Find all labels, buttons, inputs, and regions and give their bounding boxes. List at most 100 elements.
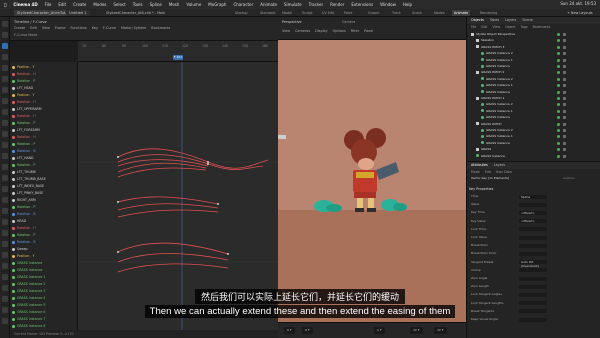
tool-icon[interactable] — [2, 76, 8, 82]
track-row[interactable]: Rotation . B — [12, 211, 36, 217]
track-row[interactable]: Sweep — [12, 246, 28, 252]
menu-item[interactable]: Modes — [93, 2, 106, 7]
track-row[interactable]: HEAD — [12, 218, 26, 224]
tool-icon[interactable] — [2, 120, 8, 126]
tag-icon[interactable] — [563, 52, 566, 56]
timeline-menu-item[interactable]: Edit — [30, 26, 37, 30]
tool-icon[interactable] — [2, 175, 8, 181]
menu-item[interactable]: Character — [233, 2, 253, 7]
attribute-field[interactable] — [519, 309, 547, 314]
layout-tab[interactable]: Script — [410, 10, 424, 16]
tool-icon[interactable] — [2, 54, 8, 60]
visibility-dot[interactable] — [557, 103, 560, 107]
track-row[interactable]: Rotation . H — [12, 71, 36, 77]
tag-icon[interactable] — [563, 71, 566, 75]
object-row[interactable]: GRASS Instance — [481, 64, 566, 69]
track-row[interactable]: Rotation . B — [12, 239, 36, 245]
object-row[interactable]: Skeleton — [476, 38, 566, 43]
tool-icon[interactable] — [2, 32, 8, 38]
attribute-field[interactable] — [519, 202, 547, 207]
track-row[interactable]: Rotation . P — [12, 232, 35, 238]
frame-field-4[interactable]: 72 F — [410, 327, 423, 334]
frame-field-5[interactable]: 72 F — [434, 327, 447, 334]
track-row[interactable]: Rotation . H — [12, 99, 36, 105]
menu-item[interactable]: Help — [403, 2, 412, 7]
tool-icon[interactable] — [2, 109, 8, 115]
tool-icon[interactable] — [2, 65, 8, 71]
tool-icon[interactable] — [2, 131, 8, 137]
track-row[interactable]: Position . Y — [12, 64, 34, 70]
tool-icon[interactable] — [2, 307, 8, 313]
viewport-menu-item[interactable]: Display — [315, 29, 328, 33]
visibility-dot[interactable] — [557, 135, 560, 139]
attributes-menu-item[interactable]: Edit — [485, 169, 491, 175]
visibility-dot[interactable] — [557, 52, 560, 56]
visibility-dot[interactable] — [557, 33, 560, 36]
timeline-menu-item[interactable]: View — [42, 26, 50, 30]
track-row[interactable]: Rotation . P — [12, 78, 35, 84]
custom-dropdown[interactable]: Custom — [563, 176, 575, 181]
menu-item[interactable]: Render — [330, 2, 344, 7]
tool-icon[interactable] — [2, 285, 8, 291]
visibility-dot[interactable] — [557, 141, 560, 145]
tag-icon[interactable] — [563, 116, 566, 120]
layout-tab[interactable]: Model — [280, 10, 294, 16]
object-row[interactable]: GRASS Instance — [481, 141, 566, 146]
doc-tab-2[interactable]: Untitled 1 — [66, 10, 90, 16]
visibility-dot[interactable] — [557, 129, 560, 132]
track-row[interactable]: LFT_INDEX_BASE — [12, 183, 44, 189]
menu-item[interactable]: Mesh — [169, 2, 180, 7]
menu-item[interactable]: File — [45, 2, 52, 7]
attributes-menu-item[interactable]: User Data — [496, 169, 512, 175]
object-row[interactable]: GRASS Instance 2 — [481, 77, 566, 82]
layout-tab[interactable]: Startup — [233, 10, 250, 16]
track-row[interactable]: Rotation . P — [12, 141, 35, 147]
tag-icon[interactable] — [563, 122, 566, 126]
object-row[interactable]: GRASS Instance — [476, 154, 566, 159]
object-row[interactable]: GRASS Instance 1 — [481, 134, 566, 139]
layout-tab[interactable]: Groom — [366, 10, 381, 16]
track-row[interactable]: Position . Y — [12, 92, 34, 98]
object-row[interactable]: GRASS Instance 2 — [481, 51, 566, 56]
track-row[interactable]: Rotation . P — [12, 162, 35, 168]
viewport-camera[interactable]: Camera — [342, 20, 355, 24]
menu-item[interactable]: Create — [73, 2, 86, 7]
objects-tab[interactable]: Objects — [471, 17, 484, 24]
tool-icon[interactable] — [2, 43, 8, 49]
frame-ruler[interactable]: F 101 70 80 90 100 110 120 130 140 150 160 — [78, 41, 278, 62]
object-row[interactable]: GRASS PATCH 1 — [476, 96, 566, 101]
visibility-dot[interactable] — [557, 45, 560, 49]
objects-tab[interactable]: Layers — [505, 17, 516, 24]
object-row[interactable]: GRASS Instance 1 — [481, 58, 566, 63]
menu-item[interactable]: Spline — [150, 2, 162, 7]
track-row[interactable]: LFT_HEAD — [12, 85, 33, 91]
timeline-menu-item[interactable]: Functions — [70, 26, 86, 30]
attribute-field[interactable] — [519, 284, 547, 289]
object-row[interactable]: GRASS Instance 1 — [481, 109, 566, 114]
visibility-dot[interactable] — [557, 90, 560, 94]
track-row[interactable]: Rotation . P — [12, 120, 35, 126]
tool-icon[interactable] — [2, 142, 8, 148]
menu-item[interactable]: Volume — [186, 2, 201, 7]
attribute-field[interactable]: Auto Wt. (Overshoot) — [519, 260, 547, 268]
track-row[interactable]: GRASS Instance 1 — [12, 274, 45, 280]
tool-icon[interactable] — [2, 318, 8, 324]
layout-tab[interactable]: Nodes — [432, 10, 447, 16]
objects-menu-item[interactable]: File — [471, 24, 476, 30]
track-row[interactable]: Rotation . P — [12, 204, 35, 210]
key-properties-heading[interactable]: Key Properties — [469, 186, 599, 192]
attribute-field[interactable] — [519, 292, 547, 297]
doc-tab-1[interactable]: StylizedCharacter_AnimTut... — [14, 10, 72, 16]
layout-tab[interactable]: Rendering — [478, 10, 499, 16]
tag-icon[interactable] — [563, 39, 566, 43]
tool-icon[interactable] — [2, 263, 8, 269]
visibility-dot[interactable] — [557, 148, 560, 152]
object-row[interactable]: GRASS Instance 1 — [481, 83, 566, 88]
attributes-tab[interactable]: Layers — [494, 162, 505, 169]
timeline-menu-item[interactable]: F-Curve — [103, 26, 116, 30]
tool-icon[interactable] — [2, 87, 8, 93]
objects-menu-item[interactable]: Object — [505, 24, 515, 30]
tag-icon[interactable] — [563, 33, 566, 36]
track-row[interactable]: GRASS Instance 5 — [12, 302, 45, 308]
visibility-dot[interactable] — [557, 109, 560, 113]
